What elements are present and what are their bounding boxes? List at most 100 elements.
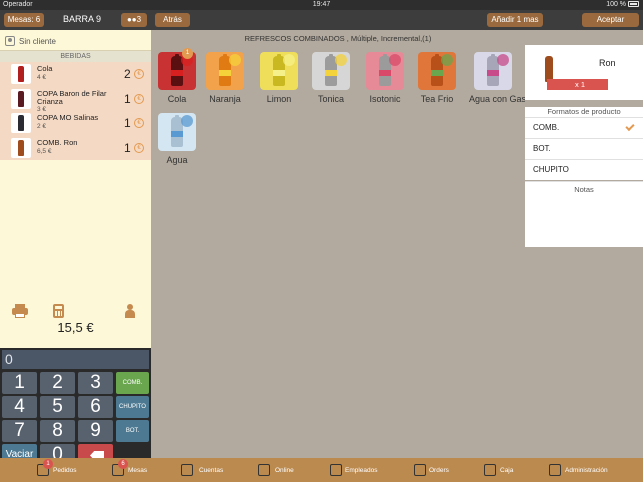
product-tile-icon [418, 52, 456, 90]
product-name: Cola [167, 94, 187, 104]
guests-button[interactable]: ●●3 [121, 13, 147, 27]
product-cola[interactable]: 1 Cola [153, 48, 201, 104]
battery-icon [628, 1, 639, 8]
order-item-price: 6,5 € [37, 147, 52, 155]
order-item-price: 2 € [37, 123, 47, 130]
price-tag-icon[interactable]: € [134, 118, 144, 128]
key-9[interactable]: 9 [78, 420, 113, 442]
nav-badge: 6 [118, 459, 128, 469]
order-item-name: COPA MO Salinas [37, 113, 99, 122]
comb-button[interactable]: COMB. [116, 372, 149, 394]
nav-orders[interactable]: Orders [414, 458, 494, 482]
add-one-more-button[interactable]: Añadir 1 mas [487, 13, 543, 27]
section-header: BEBIDAS [0, 51, 151, 62]
price-tag-icon[interactable]: € [134, 142, 144, 153]
selected-product: Ron x 1 [525, 45, 643, 100]
nav-label: Pedidos [53, 467, 77, 474]
product-tile-icon [366, 52, 404, 90]
product-naranja[interactable]: Naranja [201, 52, 249, 104]
nav-label: Online [275, 467, 294, 474]
nav-administración[interactable]: Administración [549, 458, 629, 482]
product-header: Atrás [151, 10, 525, 30]
price-tag-icon[interactable]: € [134, 69, 144, 79]
key-8[interactable]: 8 [40, 420, 75, 442]
drink-thumbnail-icon [11, 113, 31, 133]
keypad-display: 0 [2, 350, 149, 369]
key-3[interactable]: 3 [78, 372, 113, 394]
cash-register-icon [484, 464, 496, 476]
nav-pedidos[interactable]: Pedidos 1 [37, 458, 117, 482]
detail-panel: Añadir 1 mas Aceptar Ron x 1 Formatos de… [487, 10, 643, 458]
nav-empleados[interactable]: Empleados [330, 458, 410, 482]
product-name: Naranja [209, 94, 241, 104]
product-isotonic[interactable]: Isotonic [361, 52, 409, 104]
accept-button[interactable]: Aceptar [582, 13, 639, 27]
order-item-qty: 1 [124, 91, 131, 106]
ticket-total: 15,5 € [57, 320, 94, 335]
category-title: REFRESCOS COMBINADOS , Múltiple, Increme… [244, 34, 432, 43]
order-item[interactable]: COPA MO Salinas 2 € 1 € [0, 111, 151, 136]
order-item-qty: 1 [124, 140, 131, 155]
product-name: Agua [166, 155, 188, 165]
nav-label: Empleados [345, 467, 378, 474]
product-tonica[interactable]: Tonica [307, 52, 355, 104]
clock: 19:47 [312, 1, 331, 8]
format-label: COMB. [533, 123, 560, 132]
product-agua-con-gas[interactable]: Agua con Gas [469, 52, 527, 104]
notes-field[interactable] [525, 197, 643, 247]
nav-cuentas[interactable]: Cuentas [181, 458, 261, 482]
chupito-button[interactable]: CHUPITO [116, 396, 149, 418]
accounts-icon [181, 464, 193, 476]
status-bar: Operador 19:47 100 % [0, 0, 643, 10]
nav-mesas[interactable]: Mesas 6 [112, 458, 192, 482]
formats-list: COMB. BOT. CHUPITO [525, 117, 643, 180]
printer-icon[interactable] [12, 304, 28, 318]
back-button[interactable]: Atrás [155, 13, 190, 27]
format-option[interactable]: CHUPITO [525, 159, 643, 180]
format-option[interactable]: COMB. [525, 117, 643, 138]
key-2[interactable]: 2 [40, 372, 75, 394]
order-item-qty: 2 [124, 67, 131, 81]
bottom-nav: Pedidos 1 Mesas 6 Cuentas Online Empleados Orde… [0, 458, 643, 482]
bot-button[interactable]: BOT. [116, 420, 149, 442]
mesas-button[interactable]: Mesas: 6 [4, 13, 44, 27]
key-6[interactable]: 6 [78, 396, 113, 418]
product-agua[interactable]: Agua [153, 113, 201, 165]
selected-quantity[interactable]: x 1 [547, 79, 608, 90]
product-tile-icon [158, 113, 196, 151]
order-item-qty: 1 [124, 116, 131, 130]
battery-indicator: 100 % [606, 1, 639, 8]
nav-label: Administración [565, 467, 608, 474]
calculator-icon[interactable] [51, 304, 67, 318]
nav-label: Cuentas [199, 467, 224, 474]
client-selector[interactable]: Sin cliente [0, 31, 151, 51]
key-1[interactable]: 1 [2, 372, 37, 394]
drink-thumbnail-icon [11, 64, 31, 84]
product-name: Isotonic [369, 94, 401, 104]
order-item[interactable]: COPA Baron de Filar Crianza 3 €1 € [0, 87, 151, 113]
ticket-actions [0, 302, 151, 322]
nav-online[interactable]: Online [258, 458, 338, 482]
drink-thumbnail-icon [11, 88, 31, 109]
product-tea-frio[interactable]: Tea Frio [413, 52, 461, 104]
guests-count: 3 [136, 15, 142, 24]
format-option[interactable]: BOT. [525, 138, 643, 159]
product-tile-icon [206, 52, 244, 90]
waiter-icon[interactable] [122, 304, 138, 318]
product-limon[interactable]: Limon [255, 52, 303, 104]
product-name: Agua con Gas [469, 94, 527, 104]
product-count-badge: 1 [182, 48, 193, 59]
key-4[interactable]: 4 [2, 396, 37, 418]
price-tag-icon[interactable]: € [134, 93, 144, 104]
key-7[interactable]: 7 [2, 420, 37, 442]
product-tile-icon: 1 [158, 48, 196, 90]
employees-icon [330, 464, 342, 476]
key-5[interactable]: 5 [40, 396, 75, 418]
order-item[interactable]: Cola 4 € 2 € [0, 62, 151, 87]
product-tile-icon [474, 52, 512, 90]
keypad: 0 1 2 3 COMB. 4 5 6 CHUPITO 7 8 9 BOT. V… [0, 348, 151, 468]
table-name: BARRA 9 [62, 14, 102, 24]
order-item[interactable]: COMB. Ron 6,5 € 1 € [0, 136, 151, 161]
format-label: BOT. [533, 144, 551, 153]
format-label: CHUPITO [533, 165, 569, 174]
